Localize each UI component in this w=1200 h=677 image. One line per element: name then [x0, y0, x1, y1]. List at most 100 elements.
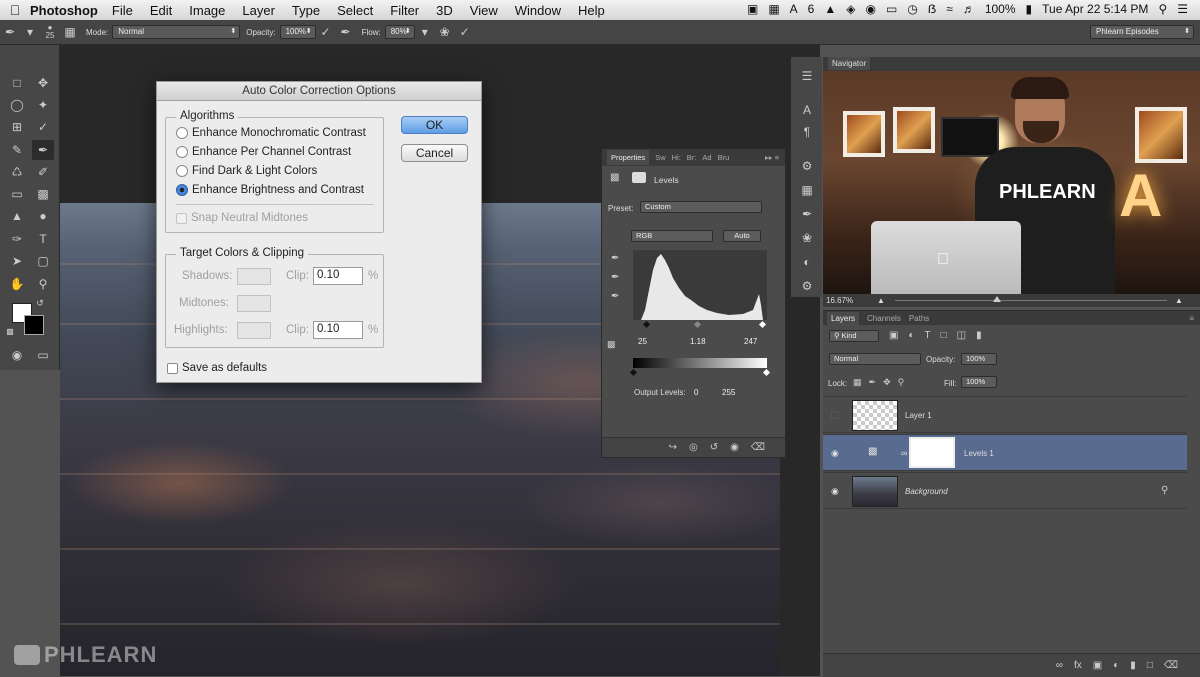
opacity-field[interactable]: 100%	[279, 25, 316, 39]
calculate-levels-icon[interactable]: ▩	[607, 339, 616, 350]
link-icon[interactable]: ∞	[901, 448, 907, 458]
brush-panel-icon[interactable]: ✒	[798, 205, 816, 223]
list-icon[interactable]: ☰	[1177, 2, 1188, 16]
tab-paths[interactable]: Paths	[909, 314, 929, 323]
chevron-down-icon[interactable]: ▾	[20, 24, 40, 40]
brush-preset-icon[interactable]: ✒	[0, 24, 20, 40]
properties-panel-icon[interactable]: ⚙	[798, 157, 816, 175]
gray-point-eyedropper-icon[interactable]: ✒	[611, 272, 619, 283]
link-layers-icon[interactable]: ∞	[1056, 660, 1063, 671]
path-select-icon[interactable]: ➤	[6, 251, 28, 271]
zoom-level[interactable]: 16.67%	[826, 296, 853, 305]
airbrush-toggle-icon[interactable]: ❀	[435, 24, 455, 40]
fill-field[interactable]: 100%	[961, 376, 997, 388]
new-layer-icon[interactable]: □	[1147, 660, 1153, 671]
navigator-preview[interactable]: PHLEARN  A	[823, 71, 1200, 294]
option-monochromatic[interactable]: Enhance Monochromatic Contrast	[176, 127, 366, 139]
swap-colors-icon[interactable]: ↺	[34, 297, 46, 309]
lock-transparency-icon[interactable]: ▦	[853, 377, 862, 388]
brush-panel-icon[interactable]: ▦	[60, 24, 80, 40]
type-filter-icon[interactable]: T	[925, 330, 931, 341]
tab-histogram[interactable]: Hi:	[672, 153, 681, 162]
visibility-toggle-off[interactable]	[831, 411, 839, 419]
smart-object-filter-icon[interactable]: ◫	[957, 330, 966, 341]
paragraph-panel-icon[interactable]: ¶	[798, 123, 816, 141]
apple-icon[interactable]: 	[0, 2, 30, 18]
lock-pixels-icon[interactable]: ✒	[869, 377, 877, 388]
input-black-slider[interactable]	[642, 320, 651, 329]
menu-select[interactable]: Select	[337, 3, 373, 18]
output-black-value[interactable]: 0	[694, 388, 698, 397]
brushes-panel-icon[interactable]: ❀	[798, 229, 816, 247]
blend-mode-select[interactable]: Normal	[829, 353, 921, 365]
snap-neutral-midtones[interactable]: Snap Neutral Midtones	[176, 212, 308, 224]
input-white-value[interactable]: 247	[744, 337, 757, 346]
output-white-value[interactable]: 255	[722, 388, 735, 397]
eye-icon[interactable]: ◉	[831, 486, 843, 496]
zoom-out-icon[interactable]: ▲	[877, 294, 885, 307]
option-brightness-contrast[interactable]: Enhance Brightness and Contrast	[176, 184, 364, 196]
pen-tool-icon[interactable]: ✑	[6, 229, 28, 249]
airplay-icon[interactable]: ▭	[886, 2, 897, 16]
crop-tool-icon[interactable]: ⊞	[6, 117, 28, 137]
highlights-clip-field[interactable]: 0.10	[313, 321, 363, 339]
input-black-value[interactable]: 25	[638, 337, 647, 346]
menu-help[interactable]: Help	[578, 3, 605, 18]
fx-icon[interactable]: fx	[1074, 660, 1082, 671]
adjustment-filter-icon[interactable]: ◐	[908, 330, 914, 341]
shape-tool-icon[interactable]: ▢	[32, 251, 54, 271]
tool-presets-icon[interactable]: ⚙	[798, 277, 816, 295]
menu-filter[interactable]: Filter	[390, 3, 419, 18]
menu-file[interactable]: File	[112, 3, 133, 18]
airbrush-icon[interactable]: ✒	[336, 24, 356, 40]
clone-stamp-icon[interactable]: ♺	[6, 162, 28, 182]
gradient-tool-icon[interactable]: ▩	[32, 184, 54, 204]
lasso-tool-icon[interactable]: ◯	[6, 95, 28, 115]
midtones-swatch[interactable]	[237, 295, 271, 312]
background-color-swatch[interactable]	[24, 315, 44, 335]
tab-navigator[interactable]: Navigator	[828, 57, 871, 70]
tab-channels[interactable]: Channels	[867, 314, 901, 323]
chevron-down-icon[interactable]: ▾	[415, 24, 435, 40]
size-pressure-icon[interactable]: ✓	[455, 24, 475, 40]
option-per-channel[interactable]: Enhance Per Channel Contrast	[176, 146, 351, 158]
character-panel-icon[interactable]: A	[798, 101, 816, 119]
bell-icon[interactable]: ▲	[824, 2, 836, 16]
auto-button[interactable]: Auto	[723, 230, 761, 242]
layer-name[interactable]: Layer 1	[905, 411, 932, 420]
layer-mask-thumbnail[interactable]	[909, 437, 955, 468]
save-defaults-option[interactable]: Save as defaults	[167, 362, 267, 374]
reset-icon[interactable]: ↺	[710, 442, 718, 453]
move-tool-icon[interactable]: ✥	[32, 73, 54, 93]
dropbox-icon[interactable]: ◈	[846, 2, 855, 16]
input-gamma-slider[interactable]	[693, 320, 702, 329]
zoom-slider-thumb[interactable]	[993, 296, 1001, 302]
dialog-title[interactable]: Auto Color Correction Options	[157, 82, 481, 101]
preset-select[interactable]: Custom	[640, 201, 762, 213]
radio-button-selected[interactable]	[176, 184, 188, 196]
snap-checkbox[interactable]	[176, 212, 187, 224]
visibility-icon[interactable]: ◉	[730, 442, 739, 453]
save-defaults-checkbox[interactable]	[167, 362, 178, 374]
shape-filter-icon[interactable]: □	[941, 330, 947, 341]
filter-toggle-icon[interactable]: ▮	[976, 330, 982, 341]
swatches-panel-icon[interactable]: ▦	[798, 181, 816, 199]
shadows-clip-field[interactable]: 0.10	[313, 267, 363, 285]
filter-kind-select[interactable]: ⚲ Kind	[829, 330, 879, 342]
black-point-eyedropper-icon[interactable]: ✒	[611, 253, 619, 264]
highlights-swatch[interactable]	[237, 322, 271, 339]
lock-all-icon[interactable]: ⚲	[898, 377, 905, 388]
cancel-button[interactable]: Cancel	[401, 144, 468, 162]
new-adjustment-icon[interactable]: ◐	[1113, 660, 1119, 671]
layer-name[interactable]: Levels 1	[964, 449, 994, 458]
trash-icon[interactable]: ⌫	[1164, 660, 1178, 671]
type-tool-icon[interactable]: T	[32, 229, 54, 249]
new-group-icon[interactable]: ▮	[1130, 660, 1136, 671]
default-colors-icon[interactable]: ▩	[4, 325, 16, 337]
workspace-select[interactable]: Phlearn Episodes	[1090, 25, 1194, 39]
tab-adjustments[interactable]: Ad	[702, 153, 711, 162]
tab-swatches[interactable]: Sw	[655, 153, 665, 162]
menu-image[interactable]: Image	[189, 3, 225, 18]
clock[interactable]: Tue Apr 22 5:14 PM	[1042, 2, 1148, 16]
brush-tool-icon[interactable]: ✒	[32, 140, 54, 160]
